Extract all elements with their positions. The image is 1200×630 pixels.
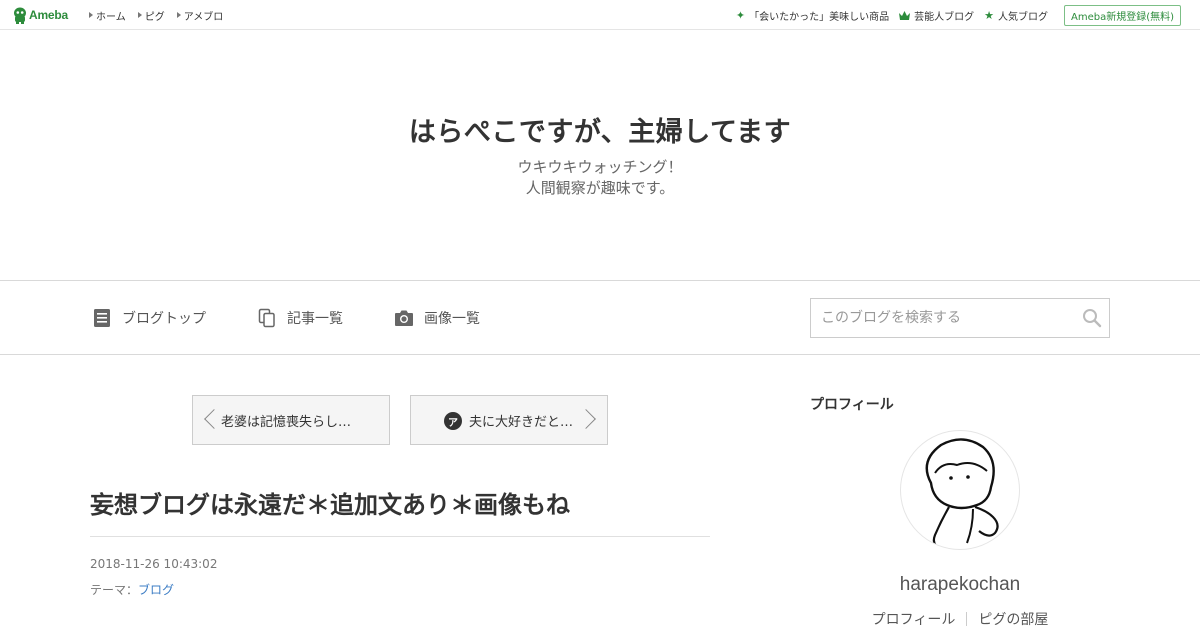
ameba-badge-icon: ア: [444, 412, 462, 430]
theme-link[interactable]: ブログ: [138, 583, 174, 597]
subnav-item-image-list[interactable]: 画像一覧: [394, 308, 480, 328]
document-icon: [92, 308, 112, 328]
search-button[interactable]: [1081, 308, 1103, 330]
next-entry-link[interactable]: ア 夫に大好きだと…: [410, 395, 608, 445]
triangle-right-icon: [176, 12, 181, 18]
nav-link-home[interactable]: ホーム: [89, 8, 126, 23]
chevron-right-icon: [576, 409, 596, 429]
nav-link-featured-products[interactable]: ✦ 「会いたかった」美味しい商品: [736, 8, 889, 23]
nav-link-celebrity-blogs[interactable]: 芸能人ブログ: [899, 8, 974, 23]
pigg-room-link[interactable]: ピグの部屋: [967, 609, 1059, 629]
nav-link-ameblo[interactable]: アメブロ: [176, 8, 223, 23]
crown-icon: [899, 10, 911, 20]
ameba-logo[interactable]: Ameba: [13, 6, 68, 24]
sparkle-icon: ✦: [735, 8, 746, 22]
ameba-mascot-icon: [14, 7, 26, 24]
avatar-drawing: [925, 438, 999, 549]
logo-text: Ameba: [29, 8, 69, 22]
nav-link-pigg[interactable]: ピグ: [137, 8, 165, 23]
triangle-right-icon: [89, 12, 93, 18]
triangle-right-icon: [137, 12, 142, 18]
entry-date: 2018-11-26 10:43:02: [90, 557, 218, 571]
blog-search: [810, 298, 1110, 338]
copy-icon: [257, 308, 277, 328]
global-nav-right: ✦ 「会いたかった」美味しい商品 芸能人ブログ ★ 人気ブログ Ameba新規登…: [736, 0, 1181, 30]
subnav-item-article-list[interactable]: 記事一覧: [257, 308, 343, 328]
entry-theme: テーマ：ブログ: [90, 583, 175, 597]
blog-header: はらぺこですが、主婦してます ウキウキウォッチング！ 人間観察が趣味です。: [0, 31, 1200, 281]
prev-entry-link[interactable]: 老婆は記憶喪失らし…: [192, 395, 390, 445]
blog-description: ウキウキウォッチング！ 人間観察が趣味です。: [517, 158, 683, 197]
register-button[interactable]: Ameba新規登録(無料): [1063, 4, 1181, 26]
profile-heading: プロフィール: [810, 397, 894, 413]
blog-subnav: ブログトップ 記事一覧 画像一覧: [0, 282, 1200, 355]
avatar[interactable]: [900, 430, 1020, 550]
nav-link-popular-blogs[interactable]: ★ 人気ブログ: [984, 8, 1048, 23]
profile-username[interactable]: harapekochan: [810, 574, 1110, 596]
search-input[interactable]: [811, 299, 1071, 337]
global-nav-left: ホーム ピグ アメブロ: [89, 0, 223, 30]
search-icon: [1083, 309, 1102, 328]
camera-icon: [394, 308, 414, 328]
next-entry-title: 夫に大好きだと…: [469, 414, 574, 430]
subnav-item-blog-top[interactable]: ブログトップ: [92, 308, 206, 328]
global-header: Ameba ホーム ピグ アメブロ ✦ 「会いたかった」美味しい商品 芸能人ブロ…: [0, 0, 1200, 30]
entry-title[interactable]: 妄想ブログは永遠だ＊追加文あり＊画像もね: [90, 485, 710, 520]
prev-entry-title: 老婆は記憶喪失らし…: [221, 414, 352, 430]
star-icon: ★: [984, 8, 994, 22]
blog-title[interactable]: はらぺこですが、主婦してます: [0, 110, 1200, 149]
profile-link[interactable]: プロフィール: [861, 609, 967, 629]
profile-links: プロフィール ピグの部屋: [810, 609, 1110, 629]
title-divider: [90, 536, 710, 537]
